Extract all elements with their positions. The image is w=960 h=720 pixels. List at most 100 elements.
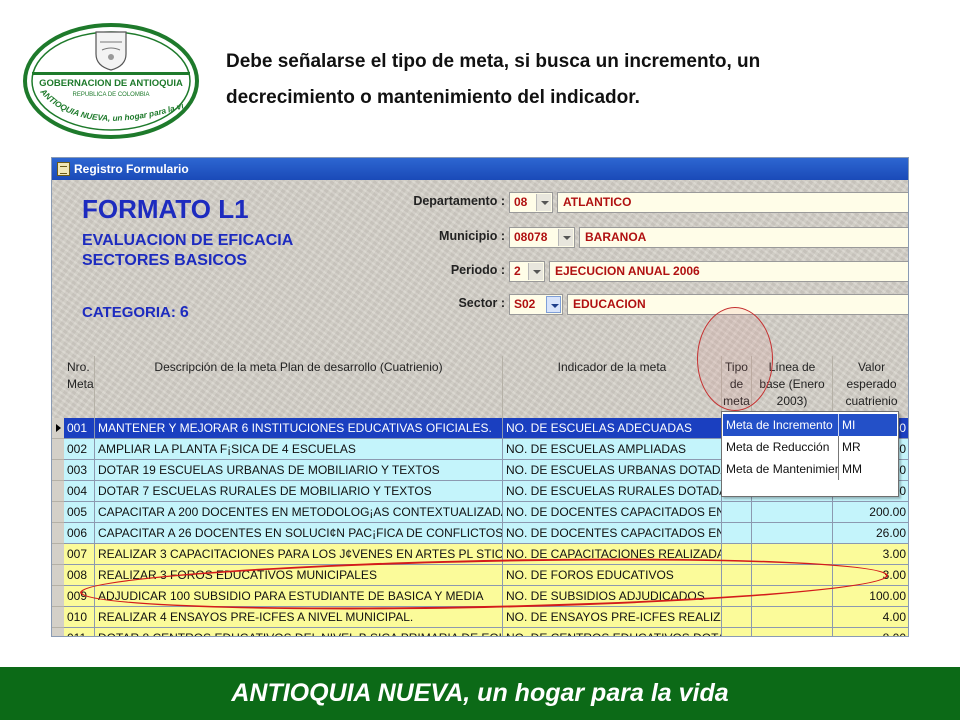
row-selector[interactable] [52, 523, 64, 544]
row-selector[interactable] [52, 544, 64, 565]
cell-valor[interactable]: 4.00 [833, 607, 908, 628]
cell-ind[interactable]: NO. DE ESCUELAS RURALES DOTADAS [503, 481, 722, 502]
header-valor-esperado[interactable]: Valor esperado cuatrienio [833, 356, 908, 418]
logo-country: REPUBLICA DE COLOMBIA [72, 92, 149, 98]
municipio-label: Municipio : [439, 229, 505, 243]
table-row[interactable]: 011DOTAR 8 CENTROS EDUCATIVOS DEL NIVEL … [52, 628, 908, 636]
periodo-code-select[interactable]: 2 [509, 261, 545, 282]
cell-ind[interactable]: NO. DE DOCENTES CAPACITADOS EN [503, 523, 722, 544]
cell-nro[interactable]: 003 [64, 460, 95, 481]
cell-ind[interactable]: NO. DE ESCUELAS URBANAS DOTADAS [503, 460, 722, 481]
heading-line-2: decrecimiento o mantenimiento del indica… [226, 87, 640, 108]
row-selector[interactable] [52, 565, 64, 586]
sector-code: S02 [514, 297, 536, 311]
dropdown-option[interactable]: Meta de Reducción MR [723, 436, 897, 458]
cell-desc[interactable]: CAPACITAR A 200 DOCENTES EN METODOLOG¡AS… [95, 502, 503, 523]
cell-desc[interactable]: MANTENER Y MEJORAR 6 INSTITUCIONES EDUCA… [95, 418, 503, 439]
row-selector[interactable] [52, 481, 64, 502]
row-selector[interactable] [52, 460, 64, 481]
sector-label: Sector : [458, 296, 505, 310]
cell-tipo[interactable] [722, 607, 752, 628]
grid-header: Nro. Meta Descripción de la meta Plan de… [52, 356, 908, 418]
departamento-name-field: ATLANTICO [557, 192, 908, 213]
cell-linea[interactable] [752, 502, 833, 523]
cell-nro[interactable]: 011 [64, 628, 95, 636]
chevron-down-icon[interactable] [546, 296, 561, 313]
cell-tipo[interactable] [722, 628, 752, 636]
departamento-label: Departamento : [413, 194, 505, 208]
cell-ind[interactable]: NO. DE ESCUELAS ADECUADAS [503, 418, 722, 439]
header-nro-meta[interactable]: Nro. Meta [64, 356, 95, 418]
cell-desc[interactable]: DOTAR 8 CENTROS EDUCATIVOS DEL NIVEL B S… [95, 628, 503, 636]
cell-desc[interactable]: AMPLIAR LA PLANTA F¡SICA DE 4 ESCUELAS [95, 439, 503, 460]
current-row-arrow-icon [56, 424, 61, 432]
option-code: MM [838, 458, 896, 480]
cell-valor[interactable]: 3.00 [833, 544, 908, 565]
categoria-value: 6 [179, 304, 189, 321]
cell-tipo[interactable] [722, 502, 752, 523]
cell-nro[interactable]: 005 [64, 502, 95, 523]
form-title: FORMATO L1 [82, 194, 249, 224]
cell-nro[interactable]: 007 [64, 544, 95, 565]
window-title-bar[interactable]: Registro Formulario [52, 158, 908, 180]
chevron-down-icon[interactable] [536, 194, 551, 211]
slide-heading: Debe señalarse el tipo de meta, si busca… [226, 44, 926, 116]
cell-nro[interactable]: 006 [64, 523, 95, 544]
municipio-name-field: BARANOA [579, 227, 908, 248]
cell-tipo[interactable] [722, 523, 752, 544]
cell-nro[interactable]: 002 [64, 439, 95, 460]
categoria-label: CATEGORIA: 6 [82, 304, 189, 322]
table-row[interactable]: 005 CAPACITAR A 200 DOCENTES EN METODOLO… [52, 502, 908, 523]
cell-nro[interactable]: 001 [64, 418, 95, 439]
cell-ind[interactable]: NO. DE DOCENTES CAPACITADOS EN [503, 502, 722, 523]
form-icon [57, 162, 70, 176]
municipio-code: 08078 [514, 230, 548, 244]
cell-linea[interactable] [752, 607, 833, 628]
heading-line-1: Debe señalarse el tipo de meta, si busca… [226, 51, 761, 72]
periodo-label: Periodo : [450, 263, 505, 277]
cell-ind[interactable]: NO. DE ENSAYOS PRE-ICFES REALIZADOS [503, 607, 722, 628]
departamento-code-select[interactable]: 08 [509, 192, 553, 213]
header-indicador[interactable]: Indicador de la meta [503, 356, 722, 418]
option-code: MR [838, 436, 896, 458]
departamento-code: 08 [514, 195, 528, 209]
footer-slogan: ANTIOQUIA NUEVA, un hogar para la vida [231, 679, 729, 707]
row-selector[interactable] [52, 628, 64, 636]
cell-nro[interactable]: 010 [64, 607, 95, 628]
chevron-down-icon[interactable] [558, 229, 573, 246]
cell-desc[interactable]: CAPACITAR A 26 DOCENTES EN SOLUCI¢N PAC¡… [95, 523, 503, 544]
cell-valor[interactable]: 26.00 [833, 523, 908, 544]
table-row[interactable]: 010 REALIZAR 4 ENSAYOS PRE-ICFES A NIVEL … [52, 607, 908, 628]
row-selector[interactable] [52, 502, 64, 523]
header-descripcion[interactable]: Descripción de la meta Plan de desarroll… [95, 356, 503, 418]
row-selector[interactable] [52, 418, 64, 439]
cell-valor[interactable]: 200.00 [833, 502, 908, 523]
cell-linea[interactable] [752, 628, 833, 636]
cell-desc[interactable]: REALIZAR 4 ENSAYOS PRE-ICFES A NIVEL MUN… [95, 607, 503, 628]
cell-valor[interactable]: 100.00 [833, 586, 908, 607]
cell-nro[interactable]: 008 [64, 565, 95, 586]
row-selector[interactable] [52, 439, 64, 460]
cell-nro[interactable]: 004 [64, 481, 95, 502]
table-row[interactable]: 006 CAPACITAR A 26 DOCENTES EN SOLUCI¢N … [52, 523, 908, 544]
footer-bar: ANTIOQUIA NUEVA, un hogar para la vida [0, 667, 960, 720]
dropdown-option[interactable]: Meta de MantenimientoMM [723, 458, 897, 480]
form-subtitle-1: EVALUACION DE EFICACIA [82, 232, 294, 249]
tipo-meta-dropdown-list[interactable]: Meta de Incremento MI Meta de Reducción MR M… [721, 411, 899, 497]
cell-valor[interactable]: 8.00 [833, 628, 908, 636]
coat-of-arms-icon [95, 31, 127, 71]
option-code: MI [838, 414, 896, 436]
dropdown-option[interactable]: Meta de Incremento MI [723, 414, 897, 436]
cell-desc[interactable]: DOTAR 7 ESCUELAS RURALES DE MOBILIARIO Y… [95, 481, 503, 502]
chevron-down-icon[interactable] [528, 263, 543, 280]
option-name: Meta de Mantenimiento [726, 462, 838, 476]
sector-code-select[interactable]: S02 [509, 294, 563, 315]
cell-ind[interactable]: NO. DE ESCUELAS AMPLIADAS [503, 439, 722, 460]
cell-ind[interactable]: NO. DE CENTROS EDUCATIVOS DOTADOS [503, 628, 722, 636]
periodo-name-field: EJECUCION ANUAL 2006 [549, 261, 908, 282]
row-selector[interactable] [52, 586, 64, 607]
row-selector[interactable] [52, 607, 64, 628]
cell-linea[interactable] [752, 523, 833, 544]
cell-desc[interactable]: DOTAR 19 ESCUELAS URBANAS DE MOBILIARIO … [95, 460, 503, 481]
municipio-code-select[interactable]: 08078 [509, 227, 575, 248]
